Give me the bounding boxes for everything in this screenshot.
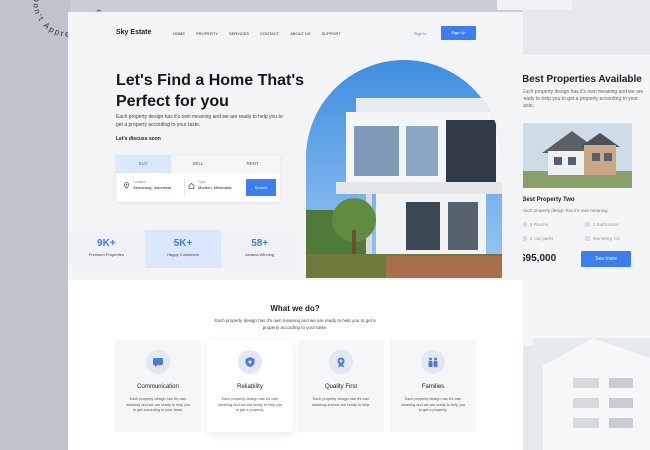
background-left (0, 0, 70, 450)
stat-value: 5K+ (173, 238, 193, 249)
property-price: $95,000 (520, 253, 557, 264)
type-field[interactable]: Type Modern, Minimalist (188, 180, 232, 190)
background-card-top (497, 0, 572, 10)
service-card-communication[interactable]: Communication Each property design has i… (115, 340, 201, 432)
nav-property[interactable]: PROPERTY (196, 31, 218, 36)
stat-label: Happy Customers (167, 252, 200, 257)
search-button[interactable]: Search (246, 179, 276, 196)
stat-customers: 5K+ Happy Customers (144, 230, 222, 268)
service-title: Reliability (237, 384, 263, 390)
property-card-title: Best Property Two (522, 197, 575, 203)
hero-title: Let's Find a Home That's Perfect for you (116, 72, 305, 110)
feature-carparks: 2 Car parks (522, 236, 553, 242)
hero-description: Each property design has it's own meanin… (116, 114, 283, 128)
tab-rent[interactable]: RENT (225, 155, 280, 173)
stats-bar: 9K+ Premium Properties 5K+ Happy Custome… (68, 230, 299, 268)
service-desc: Each property design has it's own meanin… (125, 397, 191, 412)
feature-bathrooms: 2 Bathrooms (585, 222, 619, 228)
property-photo (522, 123, 632, 188)
tab-sell[interactable]: SELL (171, 155, 226, 173)
properties-title: Best Properties Available (522, 74, 642, 85)
service-icon-wrap (329, 350, 353, 374)
shield-icon (245, 357, 255, 367)
service-desc: Each property design has it's own meanin… (217, 397, 283, 412)
services-title: What we do? (270, 304, 320, 313)
logo[interactable]: Sky Estate (116, 29, 151, 36)
service-card-quality[interactable]: Quality First Each property design has i… (298, 340, 384, 432)
nav-contact[interactable]: CONTACT (260, 31, 279, 36)
sign-in-link[interactable]: Sign In (414, 31, 426, 36)
nav-support[interactable]: SUPPORT (322, 31, 341, 36)
chat-icon (153, 358, 163, 368)
service-desc: Each property design has it's own meanin… (311, 397, 371, 407)
hero-house-image (306, 60, 502, 278)
family-icon (428, 357, 438, 367)
location-icon (585, 236, 590, 242)
nav-about[interactable]: ABOUT US (290, 31, 310, 36)
service-title: Families (421, 384, 445, 390)
property-card-desc: Each property design has it's own meanin… (522, 208, 608, 213)
service-card-families[interactable]: Families Each property design has it's o… (390, 340, 476, 432)
type-value: Modern, Minimalist (198, 185, 232, 190)
service-icon-wrap (146, 350, 170, 374)
building-photo (533, 338, 650, 450)
stat-properties: 9K+ Premium Properties (68, 230, 145, 268)
feature-rooms: 3 Rooms (522, 222, 548, 228)
see-more-button[interactable]: See more (581, 251, 631, 267)
badge-icon (337, 357, 345, 368)
nav-services[interactable]: SERVICES (229, 31, 249, 36)
stat-awards: 58+ Awards Winning (221, 230, 299, 268)
location-value: Semarang, Indonesia (133, 185, 172, 190)
field-divider (184, 179, 185, 195)
location-pin-icon (124, 181, 129, 189)
services-description: Each property design has it's own meanin… (214, 318, 376, 330)
service-title: Communication (137, 384, 179, 390)
service-icon-wrap (421, 350, 445, 374)
location-field[interactable]: Location Semarang, Indonesia (123, 180, 171, 190)
search-tabs: BUY SELL RENT (116, 155, 280, 173)
service-icon-wrap (238, 350, 262, 374)
service-title: Quality First (324, 384, 357, 390)
service-desc: Each property design has it's own meanin… (400, 397, 466, 412)
sign-up-button[interactable]: Sign Up (441, 26, 476, 40)
discuss-link[interactable]: Let's discuss soon (116, 136, 161, 142)
bath-icon (585, 222, 590, 228)
feature-location: Monterey, CA (585, 236, 620, 242)
main-nav: HOME PROPERTY SERVICES CONTACT ABOUT US … (173, 31, 352, 36)
stat-label: Premium Properties (88, 252, 124, 257)
nav-home[interactable]: HOME (173, 31, 185, 36)
stat-value: 9K+ (97, 238, 116, 249)
stat-label: Awards Winning (245, 252, 275, 257)
home-icon (188, 182, 195, 189)
tab-buy[interactable]: BUY (116, 155, 171, 173)
service-card-reliability[interactable]: Reliability Each property design has it'… (207, 340, 293, 432)
properties-subtitle: Each property design has it's own meanin… (522, 89, 644, 109)
stat-value: 58+ (251, 238, 269, 249)
